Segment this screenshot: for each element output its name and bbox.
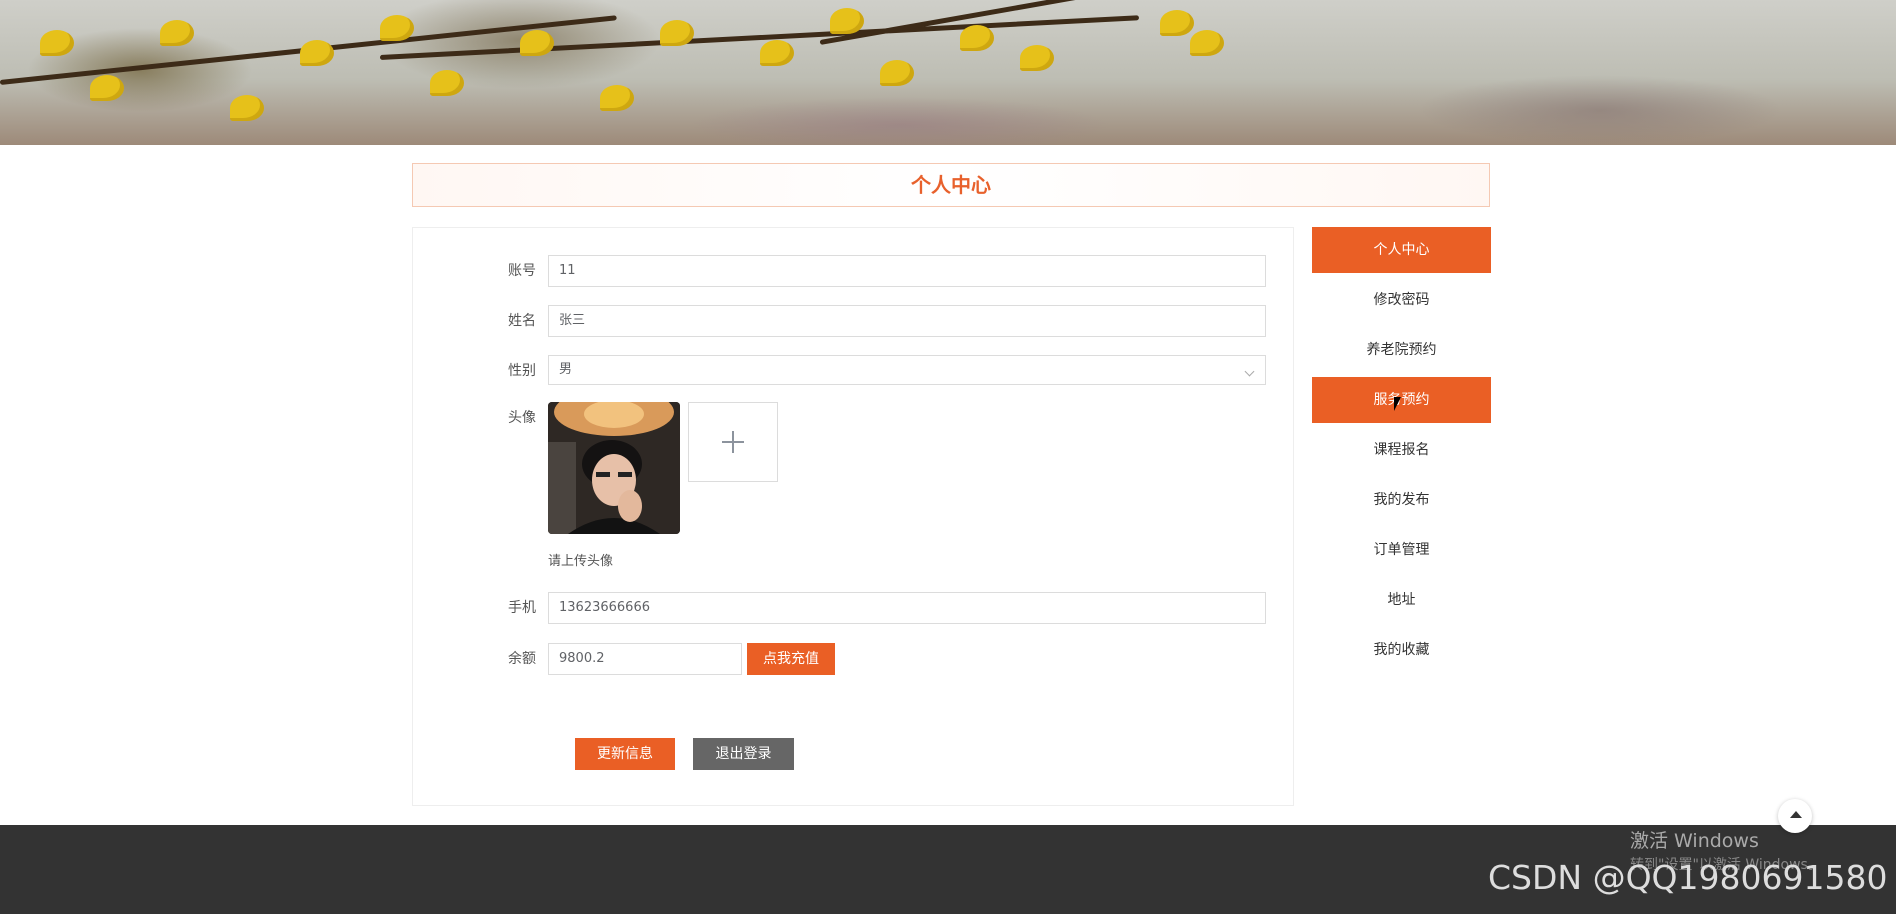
side-item-my-favorites[interactable]: 我的收藏 [1312,627,1491,673]
balance-input[interactable]: 9800.2 [548,643,742,675]
phone-input[interactable]: 13623666666 [548,592,1266,624]
balance-label: 余额 [508,651,536,667]
gender-selected-value: 男 [559,362,573,377]
phone-label: 手机 [508,600,536,616]
side-item-profile-center[interactable]: 个人中心 [1312,227,1491,273]
avatar-upload-button[interactable] [688,402,778,482]
side-item-order-management[interactable]: 订单管理 [1312,527,1491,573]
chevron-down-icon [1244,366,1255,377]
avatar-photo [548,402,680,534]
windows-activation-title: 激活 Windows [1630,830,1759,852]
mouse-cursor-icon [1394,397,1401,411]
side-item-my-posts[interactable]: 我的发布 [1312,477,1491,523]
side-item-course-registration[interactable]: 课程报名 [1312,427,1491,473]
user-side-menu: 个人中心 修改密码 养老院预约 服务预约 课程报名 我的发布 订单管理 地址 我… [1312,227,1491,677]
avatar-image [548,402,680,534]
update-info-button[interactable]: 更新信息 [575,738,675,770]
side-item-service-booking[interactable]: 服务预约 [1312,377,1491,423]
csdn-watermark: CSDN @QQ1980691580 [1488,858,1888,897]
name-input[interactable]: 张三 [548,305,1266,337]
plus-icon [722,431,744,453]
avatar-label: 头像 [508,410,536,426]
page-title: 个人中心 [412,163,1490,207]
side-item-change-password[interactable]: 修改密码 [1312,277,1491,323]
side-item-nursing-home-booking[interactable]: 养老院预约 [1312,327,1491,373]
account-label: 账号 [508,263,536,279]
account-input[interactable]: 11 [548,255,1266,287]
gender-select[interactable]: 男 [548,355,1266,385]
recharge-button[interactable]: 点我充值 [747,643,835,675]
logout-button[interactable]: 退出登录 [693,738,794,770]
gender-label: 性别 [508,363,536,379]
name-label: 姓名 [508,313,536,329]
header-banner-image [0,0,1896,145]
avatar-upload-hint: 请上传头像 [548,554,614,569]
back-to-top-button[interactable] [1778,799,1812,833]
side-item-address[interactable]: 地址 [1312,577,1491,623]
